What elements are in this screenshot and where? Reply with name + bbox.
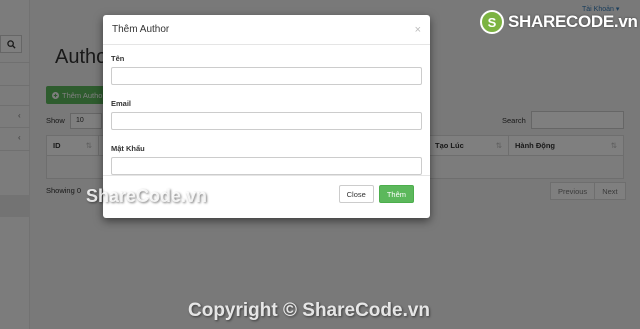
- watermark-copyright: Copyright © ShareCode.vn: [188, 300, 431, 321]
- logo-icon: S: [480, 10, 504, 34]
- close-icon[interactable]: ×: [415, 24, 421, 36]
- modal-title: Thêm Author: [112, 24, 170, 35]
- email-field[interactable]: [111, 112, 422, 130]
- name-field[interactable]: [111, 67, 422, 85]
- modal-header: Thêm Author ×: [103, 15, 430, 45]
- watermark-text: ShareCode.vn: [86, 186, 208, 206]
- password-field[interactable]: [111, 157, 422, 175]
- logo-text: SHARECODE.vn: [508, 12, 638, 31]
- watermark-logo: S SHARECODE.vn: [480, 10, 638, 34]
- close-button[interactable]: Close: [338, 185, 374, 203]
- email-label: Email: [111, 99, 132, 108]
- name-label: Tên: [111, 54, 125, 63]
- submit-button[interactable]: Thêm: [378, 185, 414, 203]
- password-label: Mật Khẩu: [111, 144, 145, 153]
- modal-body: Tên Email Mật Khẩu: [103, 45, 430, 189]
